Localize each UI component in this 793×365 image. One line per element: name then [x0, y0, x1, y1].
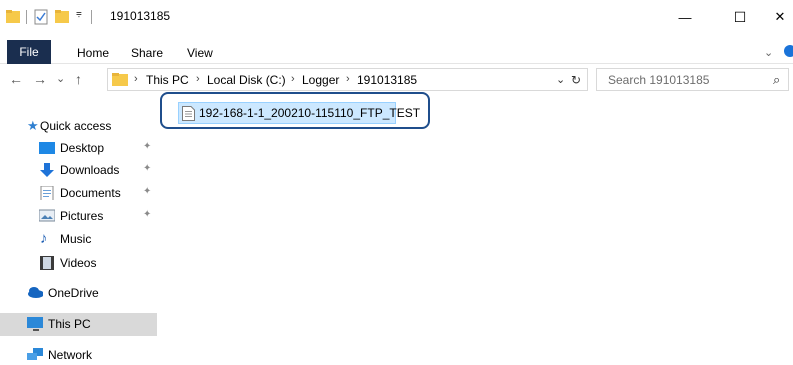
window-title: 191013185: [110, 9, 171, 23]
breadcrumb-current-folder[interactable]: 191013185: [357, 73, 417, 87]
nav-item-network[interactable]: Network: [0, 344, 157, 365]
music-icon: ♪: [40, 230, 48, 247]
nav-item-label: Quick access: [40, 119, 112, 133]
folder-icon: [6, 10, 20, 23]
minimize-icon: —: [678, 9, 692, 25]
nav-item-label: OneDrive: [48, 286, 99, 300]
title-bar: ⩦ 191013185 — ☐ ✕: [0, 0, 793, 34]
file-list: 192-168-1-1_200210-115110_FTP_TEST: [160, 92, 793, 365]
folder-icon: [112, 73, 128, 86]
address-row: ← → ⌄ ↑ › This PC › Local Disk (C:) › Lo…: [0, 64, 793, 94]
search-placeholder: Search 191013185: [608, 73, 710, 87]
nav-item-this-pc[interactable]: This PC: [0, 313, 157, 336]
nav-item-label: Network: [48, 348, 93, 362]
search-input[interactable]: Search 191013185 ⌕: [596, 68, 789, 91]
pin-icon[interactable]: ✦: [143, 209, 151, 220]
breadcrumb-separator: ›: [346, 73, 350, 85]
breadcrumb-separator: ›: [291, 73, 295, 85]
text-file-icon: [182, 106, 195, 121]
file-item[interactable]: 192-168-1-1_200210-115110_FTP_TEST: [178, 102, 420, 124]
nav-item-music[interactable]: ♪ Music: [0, 228, 157, 250]
nav-item-label: Desktop: [60, 141, 105, 155]
documents-icon: [40, 186, 54, 200]
separator: [26, 10, 27, 24]
nav-item-videos[interactable]: Videos: [0, 252, 157, 274]
minimize-button[interactable]: —: [662, 0, 708, 34]
forward-button[interactable]: →: [33, 71, 47, 87]
nav-item-label: Videos: [60, 256, 97, 270]
nav-item-label: Pictures: [60, 209, 104, 223]
breadcrumb-logger[interactable]: Logger: [302, 73, 339, 87]
nav-item-onedrive[interactable]: OneDrive: [0, 282, 157, 304]
nav-item-downloads[interactable]: Downloads ✦: [0, 159, 157, 181]
pin-icon[interactable]: ✦: [143, 141, 151, 152]
pin-icon[interactable]: ✦: [143, 186, 151, 197]
breadcrumb-separator: ›: [134, 73, 138, 85]
close-icon: ✕: [774, 9, 786, 24]
file-name: 192-168-1-1_200210-115110_FTP_TEST: [199, 106, 421, 120]
recent-locations-button[interactable]: ⌄: [56, 71, 65, 87]
nav-item-label: Music: [60, 232, 92, 246]
network-icon: [27, 348, 43, 360]
expand-ribbon-icon[interactable]: ⌄: [764, 42, 773, 64]
nav-item-label: Downloads: [60, 163, 120, 177]
tab-share[interactable]: Share: [131, 42, 163, 64]
computer-icon: [27, 317, 43, 331]
pictures-icon: [39, 209, 55, 222]
download-icon: [40, 163, 54, 177]
pin-icon[interactable]: ✦: [143, 163, 151, 174]
desktop-icon: [39, 142, 55, 154]
breadcrumb-separator: ›: [196, 73, 200, 85]
address-bar[interactable]: › This PC › Local Disk (C:) › Logger › 1…: [107, 68, 588, 91]
address-dropdown-icon[interactable]: ⌄: [556, 73, 565, 86]
properties-icon[interactable]: [34, 9, 48, 25]
tab-view[interactable]: View: [187, 42, 213, 64]
nav-item-label: This PC: [48, 317, 91, 331]
up-button[interactable]: ↑: [75, 71, 82, 87]
nav-item-label: Documents: [60, 186, 121, 200]
breadcrumb-this-pc[interactable]: This PC: [146, 73, 189, 87]
tab-file[interactable]: File: [7, 40, 51, 64]
search-icon[interactable]: ⌕: [773, 72, 780, 88]
separator: [91, 10, 92, 24]
close-button[interactable]: ✕: [757, 0, 793, 34]
nav-item-desktop[interactable]: Desktop ✦: [0, 137, 157, 159]
tab-home[interactable]: Home: [77, 42, 109, 64]
customize-quick-access-icon[interactable]: ⩦: [76, 8, 82, 24]
maximize-icon: ☐: [733, 8, 747, 25]
videos-icon: [40, 256, 54, 270]
back-button[interactable]: ←: [9, 71, 23, 87]
nav-item-pictures[interactable]: Pictures ✦: [0, 205, 157, 227]
new-folder-icon[interactable]: [55, 9, 69, 25]
ribbon: File Home Share View ⌄: [0, 38, 793, 64]
nav-item-quick-access[interactable]: ★ Quick access: [0, 115, 157, 137]
breadcrumb-local-disk[interactable]: Local Disk (C:): [207, 73, 286, 87]
refresh-icon[interactable]: ↻: [571, 73, 581, 87]
nav-item-documents[interactable]: Documents ✦: [0, 182, 157, 204]
navigation-pane: ★ Quick access Desktop ✦ Downloads ✦ Doc…: [0, 94, 160, 365]
help-icon[interactable]: [784, 45, 793, 57]
onedrive-icon: [28, 287, 43, 298]
